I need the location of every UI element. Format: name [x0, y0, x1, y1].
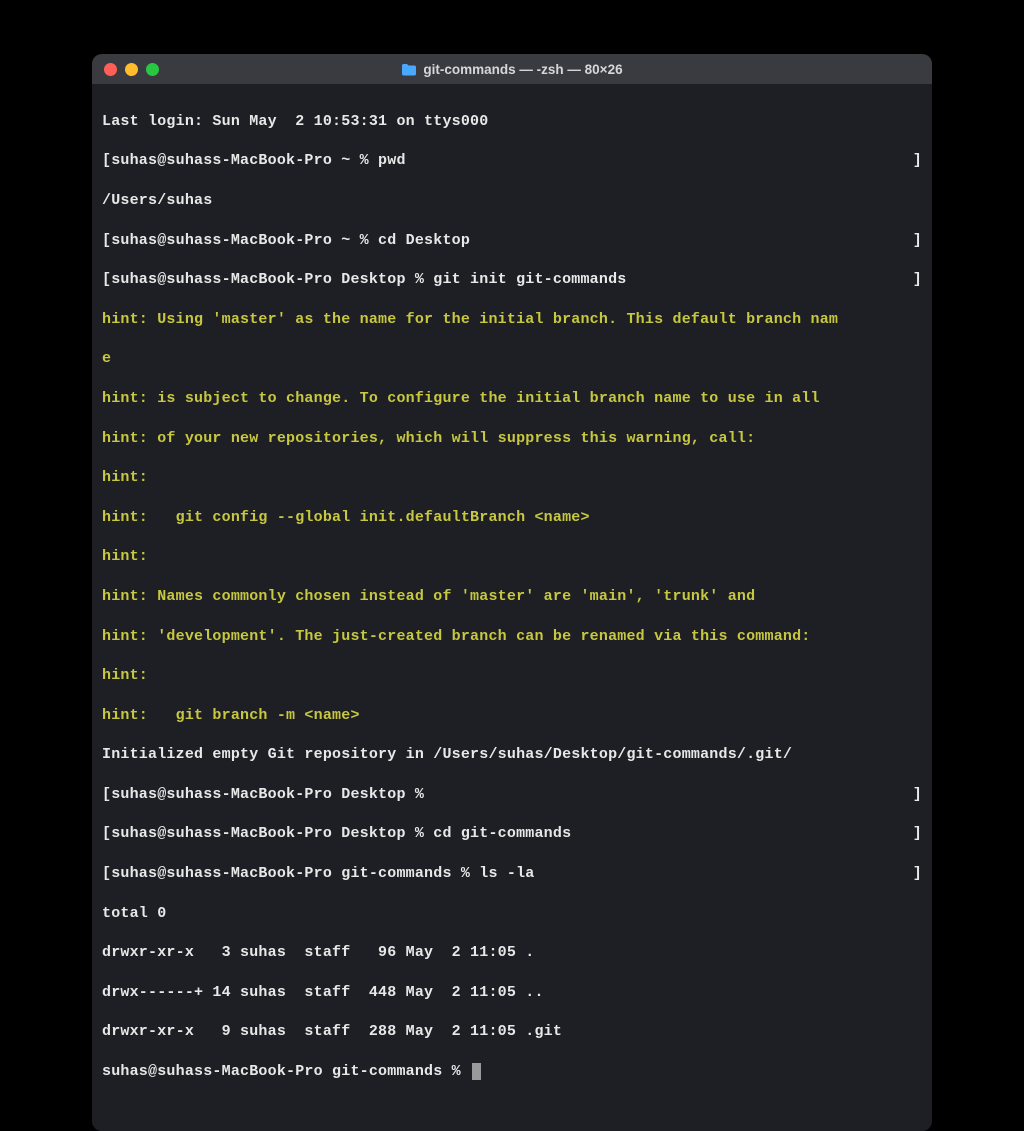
zoom-button[interactable] [146, 63, 159, 76]
line-end-bracket: ] [913, 231, 922, 251]
terminal-line: hint: Names commonly chosen instead of '… [102, 587, 922, 607]
line-end-bracket: ] [913, 785, 922, 805]
terminal-line: hint: is subject to change. To configure… [102, 389, 922, 409]
prompt-text: [suhas@suhass-MacBook-Pro Desktop % cd g… [102, 824, 571, 844]
terminal-line: drwxr-xr-x 9 suhas staff 288 May 2 11:05… [102, 1022, 922, 1042]
terminal-line: /Users/suhas [102, 191, 922, 211]
terminal-window: git-commands — -zsh — 80×26 Last login: … [92, 54, 932, 1131]
prompt-text: [suhas@suhass-MacBook-Pro ~ % pwd [102, 151, 406, 171]
line-end-bracket: ] [913, 151, 922, 171]
terminal-line: hint: Using 'master' as the name for the… [102, 310, 922, 330]
line-end-bracket: ] [913, 270, 922, 290]
terminal-line: drwxr-xr-x 3 suhas staff 96 May 2 11:05 … [102, 943, 922, 963]
title-bar[interactable]: git-commands — -zsh — 80×26 [92, 54, 932, 84]
line-end-bracket: ] [913, 864, 922, 884]
window-title-text: git-commands — -zsh — 80×26 [423, 62, 622, 77]
folder-icon [401, 63, 417, 76]
prompt-text: [suhas@suhass-MacBook-Pro git-commands %… [102, 864, 534, 884]
terminal-line: suhas@suhass-MacBook-Pro git-commands % [102, 1062, 922, 1082]
terminal-line: hint: git config --global init.defaultBr… [102, 508, 922, 528]
terminal-line: hint: of your new repositories, which wi… [102, 429, 922, 449]
terminal-line: [suhas@suhass-MacBook-Pro Desktop % ] [102, 785, 922, 805]
terminal-line: total 0 [102, 904, 922, 924]
cursor [472, 1063, 481, 1080]
terminal-line: e [102, 349, 922, 369]
terminal-line: Initialized empty Git repository in /Use… [102, 745, 922, 765]
terminal-line: [suhas@suhass-MacBook-Pro Desktop % git … [102, 270, 922, 290]
close-button[interactable] [104, 63, 117, 76]
prompt-text: [suhas@suhass-MacBook-Pro ~ % cd Desktop [102, 231, 470, 251]
terminal-line: hint: [102, 468, 922, 488]
minimize-button[interactable] [125, 63, 138, 76]
window-title: git-commands — -zsh — 80×26 [92, 62, 932, 77]
terminal-body[interactable]: Last login: Sun May 2 10:53:31 on ttys00… [92, 84, 932, 1131]
prompt-text: [suhas@suhass-MacBook-Pro Desktop % git … [102, 270, 626, 290]
prompt-text: [suhas@suhass-MacBook-Pro Desktop % [102, 785, 433, 805]
terminal-line: [suhas@suhass-MacBook-Pro ~ % cd Desktop… [102, 231, 922, 251]
terminal-line: hint: [102, 547, 922, 567]
terminal-line: hint: [102, 666, 922, 686]
prompt-text: suhas@suhass-MacBook-Pro git-commands % [102, 1063, 470, 1080]
terminal-line: drwx------+ 14 suhas staff 448 May 2 11:… [102, 983, 922, 1003]
terminal-line: [suhas@suhass-MacBook-Pro Desktop % cd g… [102, 824, 922, 844]
terminal-line: hint: git branch -m <name> [102, 706, 922, 726]
traffic-lights [104, 63, 159, 76]
line-end-bracket: ] [913, 824, 922, 844]
terminal-line: [suhas@suhass-MacBook-Pro ~ % pwd] [102, 151, 922, 171]
terminal-line: hint: 'development'. The just-created br… [102, 627, 922, 647]
terminal-line: Last login: Sun May 2 10:53:31 on ttys00… [102, 112, 922, 132]
terminal-line: [suhas@suhass-MacBook-Pro git-commands %… [102, 864, 922, 884]
